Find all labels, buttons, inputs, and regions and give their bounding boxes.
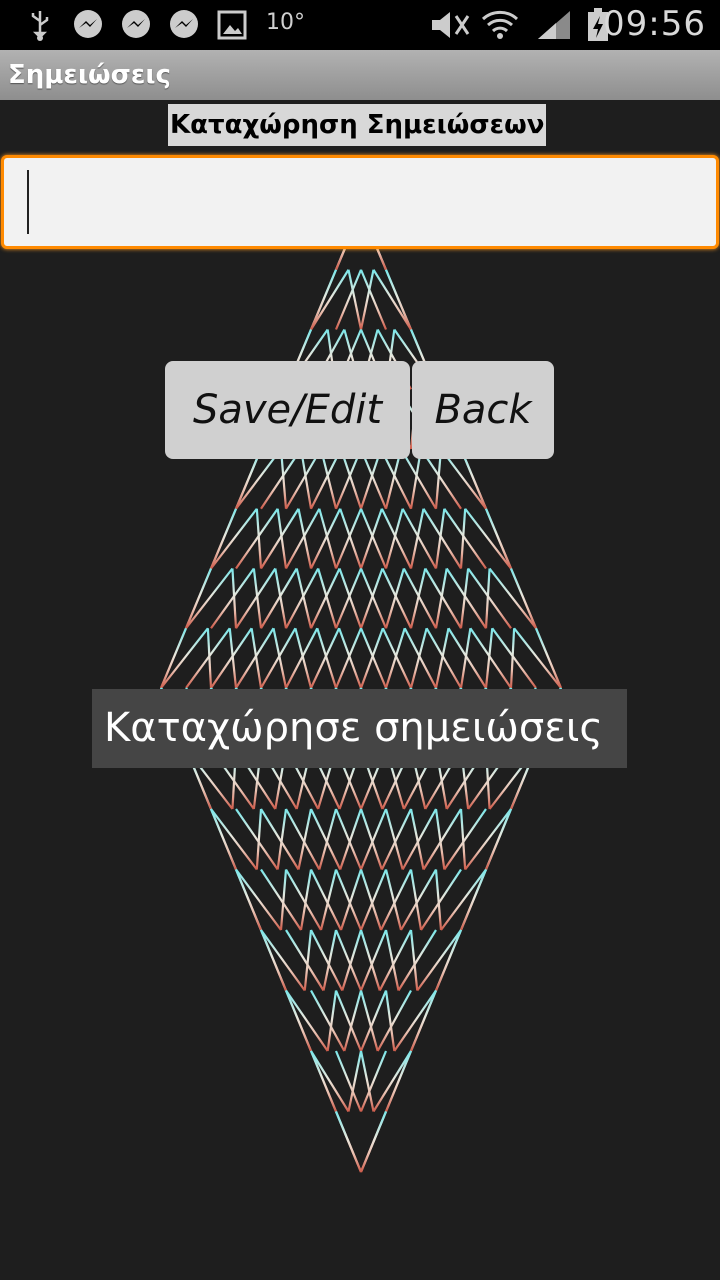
mesh-diagonal xyxy=(316,627,338,689)
mesh-diagonal xyxy=(384,869,403,931)
mesh-diagonal xyxy=(210,808,258,871)
action-bar: Σημειώσεις xyxy=(0,50,720,100)
signal-icon xyxy=(534,8,574,42)
toast-message: Καταχώρησε σημειώσεις xyxy=(92,689,627,768)
mesh-diagonal xyxy=(384,627,406,689)
mesh-diagonal xyxy=(318,508,338,569)
mesh-diagonal xyxy=(378,929,412,992)
mesh-diagonal xyxy=(160,627,209,689)
mesh-diagonal xyxy=(310,929,344,992)
mesh-diagonal xyxy=(409,808,425,870)
mesh-diagonal xyxy=(409,627,428,689)
mesh-diagonal xyxy=(440,868,487,931)
back-button[interactable]: Back xyxy=(412,361,554,459)
mesh-diagonal xyxy=(210,508,258,570)
mesh-diagonal xyxy=(359,1050,375,1112)
mesh-diagonal xyxy=(309,269,338,330)
mesh-diagonal xyxy=(185,567,234,629)
mesh-diagonal xyxy=(513,627,562,689)
messenger-icon xyxy=(166,8,202,42)
mesh-diagonal xyxy=(309,1050,338,1112)
mesh-diagonal xyxy=(372,1050,412,1113)
mesh-diagonal xyxy=(409,568,427,629)
usb-icon xyxy=(26,8,54,42)
mesh-diagonal xyxy=(384,269,413,330)
mesh-diagonal xyxy=(359,990,379,1052)
mesh-diagonal xyxy=(322,929,338,991)
mesh-diagonal xyxy=(359,1050,388,1112)
mesh-diagonal xyxy=(347,1050,363,1112)
mesh-diagonal xyxy=(464,808,512,871)
mesh-diagonal xyxy=(381,568,412,629)
mesh-diagonal xyxy=(447,627,487,689)
mesh-diagonal xyxy=(384,508,404,569)
messenger-icon xyxy=(70,8,106,42)
mesh-diagonal xyxy=(409,508,425,569)
mesh-diagonal xyxy=(209,808,238,870)
mesh-diagonal xyxy=(184,568,213,629)
mesh-diagonal xyxy=(384,1050,413,1112)
messenger-icon xyxy=(118,8,154,42)
mesh-diagonal xyxy=(484,808,513,870)
mesh-diagonal xyxy=(334,1111,363,1173)
mesh-diagonal xyxy=(372,269,412,331)
mesh-diagonal xyxy=(384,929,400,991)
mesh-diagonal xyxy=(235,868,282,931)
mesh-diagonal xyxy=(334,269,363,330)
mesh-diagonal xyxy=(318,808,338,870)
mesh-diagonal xyxy=(343,990,363,1052)
mesh-diagonal xyxy=(317,568,338,629)
mesh-diagonal xyxy=(359,269,375,330)
mesh-diagonal xyxy=(464,508,512,570)
mesh-diagonal xyxy=(459,628,472,689)
mesh-diagonal xyxy=(509,568,538,629)
image-icon xyxy=(216,8,248,42)
mesh-diagonal xyxy=(384,568,405,629)
clock-text: 09:56 xyxy=(603,4,706,44)
mesh-diagonal xyxy=(310,1050,350,1113)
mesh-diagonal xyxy=(509,628,516,689)
wifi-icon xyxy=(480,8,520,42)
page-heading: Καταχώρηση Σημειώσεων xyxy=(168,104,547,146)
mesh-diagonal xyxy=(488,567,537,629)
mesh-diagonal xyxy=(295,568,313,629)
mesh-diagonal xyxy=(250,628,263,689)
mesh-diagonal xyxy=(310,269,350,331)
mesh-diagonal xyxy=(534,627,563,689)
mesh-diagonal xyxy=(159,627,188,689)
save-edit-button[interactable]: Save/Edit xyxy=(165,361,410,459)
mesh-diagonal xyxy=(434,568,448,629)
mesh-diagonal xyxy=(434,628,450,689)
mesh-diagonal xyxy=(297,808,313,870)
mute-icon xyxy=(428,8,472,42)
mesh-diagonal xyxy=(272,628,288,689)
mesh-diagonal xyxy=(297,508,313,569)
mesh-diagonal xyxy=(274,568,288,629)
mesh-diagonal xyxy=(359,269,388,330)
mesh-diagonal xyxy=(310,568,341,629)
text-caret xyxy=(27,170,29,234)
mesh-diagonal xyxy=(484,508,513,569)
mesh-diagonal xyxy=(384,808,404,870)
mesh-diagonal xyxy=(294,627,313,689)
mesh-diagonal xyxy=(381,627,412,689)
mesh-diagonal xyxy=(347,269,363,330)
app-title: Σημειώσεις xyxy=(8,60,171,90)
temperature-text: 10° xyxy=(266,10,305,35)
mesh-diagonal xyxy=(359,1111,388,1173)
mesh-diagonal xyxy=(209,508,238,569)
mesh-diagonal xyxy=(310,627,341,689)
mesh-diagonal xyxy=(319,869,338,931)
mesh-diagonal xyxy=(235,627,275,689)
mesh-diagonal xyxy=(334,1050,363,1112)
note-input[interactable] xyxy=(1,155,719,249)
status-bar: 10° 09:56 xyxy=(0,0,720,50)
